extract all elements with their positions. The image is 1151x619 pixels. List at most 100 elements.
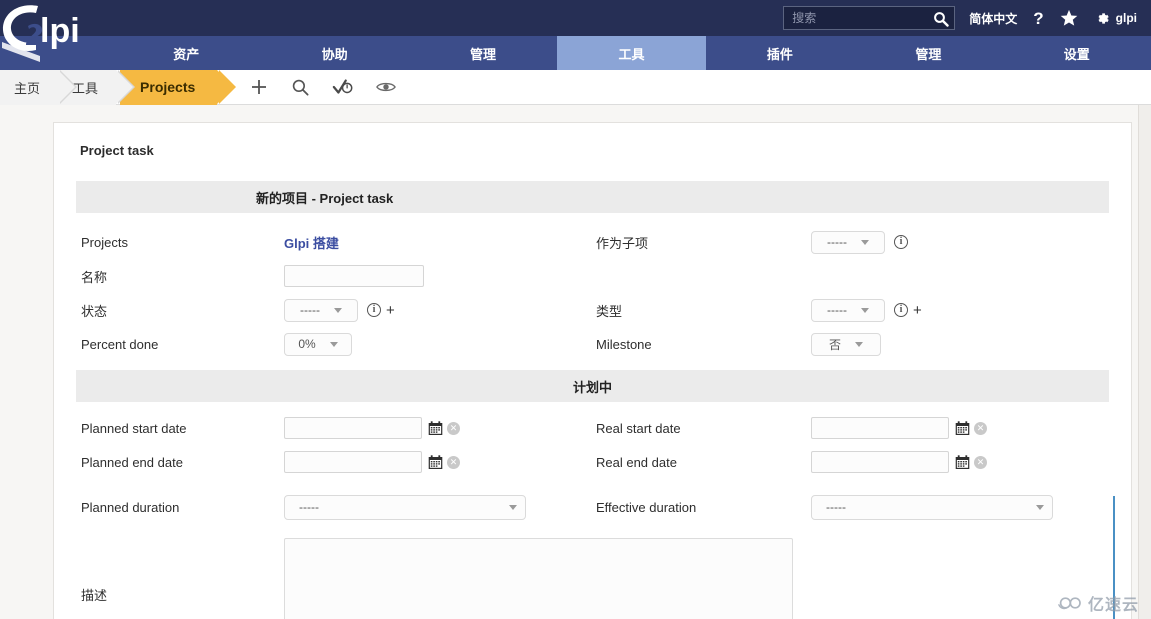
label-planned-end-date: Planned end date xyxy=(81,454,183,470)
chevron-down-icon xyxy=(509,504,517,510)
validation-icon[interactable] xyxy=(332,77,354,97)
label-status: 状态 xyxy=(81,303,108,319)
chevron-down-icon xyxy=(329,341,338,347)
select-child-of[interactable]: ----- xyxy=(811,230,885,254)
form-row-name: 名称 xyxy=(76,259,1109,293)
info-icon-status[interactable]: i xyxy=(367,303,381,317)
chevron-down-icon xyxy=(855,341,863,347)
clear-real-start-date-icon[interactable]: ✕ xyxy=(974,421,987,435)
search-icon[interactable] xyxy=(291,78,310,97)
chevron-down-icon xyxy=(860,307,869,313)
select-planned-duration[interactable]: ----- xyxy=(284,494,526,520)
label-effective-duration: Effective duration xyxy=(596,499,697,515)
breadcrumb-toolbar xyxy=(249,77,397,97)
user-name: glpi xyxy=(1115,11,1137,25)
accent-line xyxy=(1113,496,1115,619)
input-planned-start-date[interactable] xyxy=(284,417,422,439)
nav-item-administration[interactable]: 管理 xyxy=(854,36,1002,70)
project-task-form: 新的项目 - Project task Projects Glpi 搭建 作为子… xyxy=(54,181,1131,619)
label-type: 类型 xyxy=(596,303,623,319)
add-status-icon[interactable]: + xyxy=(386,303,395,318)
select-status-value: ----- xyxy=(300,303,320,317)
input-planned-end-date[interactable] xyxy=(284,451,422,473)
vertical-scrollbar[interactable] xyxy=(1138,105,1151,619)
input-real-start-date[interactable] xyxy=(811,417,949,439)
nav-item-settings[interactable]: 设置 xyxy=(1003,36,1151,70)
form-row-projects: Projects Glpi 搭建 作为子项 ----- i xyxy=(76,225,1109,259)
nav-item-assets[interactable]: 资产 xyxy=(112,36,260,70)
form-row-start-dates: Planned start date ✕ Real start date ✕ xyxy=(76,411,1109,445)
validation-icon-svg xyxy=(333,79,353,94)
plus-icon-svg xyxy=(252,80,267,94)
gear-icon[interactable] xyxy=(1094,10,1111,27)
chevron-down-icon xyxy=(860,239,869,245)
label-planned-duration: Planned duration xyxy=(81,499,180,515)
search-icon-svg xyxy=(934,12,949,27)
nav-item-assistance[interactable]: 协助 xyxy=(260,36,408,70)
label-milestone: Milestone xyxy=(596,336,652,352)
input-name[interactable] xyxy=(284,265,424,287)
star-icon[interactable] xyxy=(1060,9,1078,27)
user-menu[interactable]: glpi xyxy=(1094,10,1137,27)
label-projects: Projects xyxy=(81,234,128,250)
form-row-end-dates: Planned end date ✕ Real end date ✕ xyxy=(76,445,1109,479)
label-percent-done: Percent done xyxy=(81,336,159,352)
breadcrumb: 主页 工具 Projects xyxy=(0,69,1151,105)
calendar-icon[interactable] xyxy=(428,420,443,436)
calendar-icon-svg xyxy=(428,420,443,435)
label-description: 描述 xyxy=(81,588,108,603)
clear-planned-start-date-icon[interactable]: ✕ xyxy=(447,421,460,435)
select-effective-duration[interactable]: ----- xyxy=(811,494,1053,520)
page-body: Project task 新的项目 - Project task Project… xyxy=(0,105,1151,619)
add-type-icon[interactable]: + xyxy=(913,303,922,318)
calendar-icon[interactable] xyxy=(955,420,970,436)
calendar-icon[interactable] xyxy=(955,454,970,470)
svg-text:lpi: lpi xyxy=(40,12,80,50)
language-link[interactable]: 简体中文 xyxy=(969,10,1017,27)
select-status[interactable]: ----- xyxy=(284,298,358,322)
top-bar: lpi 简体中文 ? glpi xyxy=(0,0,1151,70)
info-icon-child-of[interactable]: i xyxy=(894,235,908,249)
select-percent-done[interactable]: 0% xyxy=(284,332,352,356)
search-icon-svg-toolbar xyxy=(293,79,309,96)
input-real-end-date[interactable] xyxy=(811,451,949,473)
glpi-logo-svg: lpi xyxy=(0,0,112,70)
calendar-icon[interactable] xyxy=(428,454,443,470)
eye-icon[interactable] xyxy=(376,80,397,94)
global-search[interactable] xyxy=(783,6,956,30)
page-title: Project task xyxy=(80,143,154,158)
calendar-icon-svg xyxy=(955,420,970,435)
search-icon[interactable] xyxy=(932,10,950,28)
link-project-value[interactable]: Glpi 搭建 xyxy=(284,233,339,252)
breadcrumb-item-home[interactable]: 主页 xyxy=(0,69,78,105)
label-child-of: 作为子项 xyxy=(596,235,649,251)
select-type[interactable]: ----- xyxy=(811,298,885,322)
nav-item-plugins[interactable]: 插件 xyxy=(706,36,854,70)
calendar-icon-svg xyxy=(428,454,443,469)
project-task-card: Project task 新的项目 - Project task Project… xyxy=(53,122,1132,619)
main-navigation: 资产 协助 管理 工具 插件 管理 设置 xyxy=(0,36,1151,70)
select-child-of-value: ----- xyxy=(827,235,847,249)
chevron-down-icon xyxy=(333,307,342,313)
star-icon-svg xyxy=(1060,9,1077,26)
calendar-icon-svg xyxy=(955,454,970,469)
textarea-description[interactable] xyxy=(284,538,793,619)
select-milestone[interactable]: 否 xyxy=(811,332,881,356)
search-input[interactable] xyxy=(784,7,955,29)
glpi-logo[interactable]: lpi xyxy=(0,0,112,70)
chevron-down-icon xyxy=(1036,504,1044,510)
plus-icon[interactable] xyxy=(249,77,269,97)
label-real-start-date: Real start date xyxy=(596,420,681,436)
nav-item-tools[interactable]: 工具 xyxy=(557,36,706,70)
clear-planned-end-date-icon[interactable]: ✕ xyxy=(447,455,460,469)
nav-item-management[interactable]: 管理 xyxy=(409,36,557,70)
help-icon[interactable]: ? xyxy=(1033,10,1043,27)
form-row-status: 状态 ----- i + 类型 ----- i + xyxy=(76,293,1109,327)
clear-real-end-date-icon[interactable]: ✕ xyxy=(974,455,987,469)
section-header-new-project: 新的项目 - Project task xyxy=(76,181,1109,213)
select-milestone-value: 否 xyxy=(828,337,841,352)
info-icon-type[interactable]: i xyxy=(894,303,908,317)
select-percent-done-value: 0% xyxy=(298,337,316,351)
gear-icon-svg xyxy=(1098,12,1109,24)
form-row-durations: Planned duration ----- Effective duratio… xyxy=(76,490,1109,524)
